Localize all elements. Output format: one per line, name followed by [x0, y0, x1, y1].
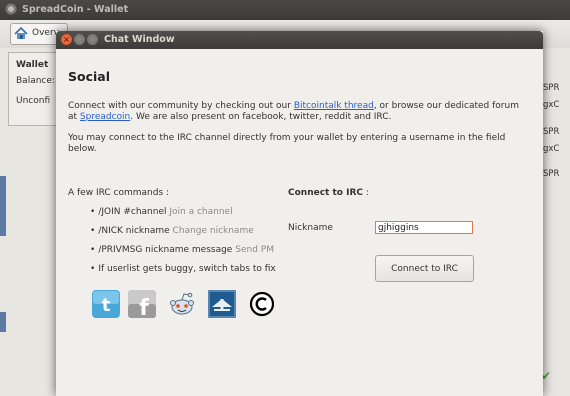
- twitter-icon[interactable]: t: [92, 290, 120, 318]
- facebook-icon[interactable]: f: [128, 290, 156, 318]
- left-edge-strip: [0, 312, 6, 332]
- transaction-fragment: SPR: [543, 83, 560, 93]
- bitcointalk-icon[interactable]: [208, 290, 236, 318]
- irc-command-hint: Send PM: [235, 245, 274, 255]
- close-icon[interactable]: ×: [61, 34, 72, 45]
- community-intro-text: Connect with our community by checking o…: [68, 101, 528, 123]
- wallet-heading: Wallet: [16, 60, 49, 70]
- home-icon: [14, 27, 28, 39]
- overview-tab-label: Overv: [32, 28, 59, 38]
- irc-command-item: •/NICK nickname Change nickname: [90, 226, 254, 236]
- irc-command-hint: Change nickname: [172, 226, 254, 236]
- transaction-fragment: SPR: [543, 169, 560, 179]
- irc-command-text: If userlist gets buggy, switch tabs to f…: [98, 264, 276, 274]
- minimize-icon[interactable]: [74, 34, 85, 45]
- svg-text:t: t: [102, 295, 111, 316]
- chat-window-titlebar[interactable]: × Chat Window: [56, 31, 543, 49]
- connect-irc-title-text: Connect to IRC: [288, 188, 363, 198]
- copyright-icon[interactable]: [248, 290, 276, 318]
- transaction-fragment: gxC: [543, 100, 560, 110]
- spreadcoin-app-icon: [5, 3, 17, 15]
- spreadcoin-forum-link[interactable]: Spreadcoin: [80, 112, 130, 122]
- balance-label: Balance:: [16, 76, 55, 86]
- wallet-window-title: SpreadCoin - Wallet: [22, 4, 129, 15]
- irc-command-text: /NICK nickname: [98, 226, 170, 236]
- unconfirmed-label: Unconfi: [16, 96, 51, 106]
- transaction-fragment: SPR: [543, 127, 560, 137]
- nickname-label: Nickname: [288, 223, 333, 233]
- irc-intro-text: You may connect to the IRC channel direc…: [68, 133, 506, 154]
- wallet-titlebar: SpreadCoin - Wallet: [0, 0, 570, 20]
- social-heading: Social: [68, 69, 111, 84]
- svg-text:f: f: [139, 296, 149, 318]
- chat-window: × Chat Window Social Connect with our co…: [56, 31, 543, 396]
- connect-irc-title-suffix: :: [362, 188, 369, 198]
- irc-command-item: •/JOIN #channel Join a channel: [90, 207, 233, 217]
- transaction-fragment: gxC: [543, 144, 560, 154]
- irc-command-text: /JOIN #channel: [98, 207, 167, 217]
- irc-command-item: •/PRIVMSG nickname message Send PM: [90, 245, 274, 255]
- left-edge-strip: [0, 176, 6, 236]
- reddit-icon[interactable]: [168, 290, 196, 318]
- irc-commands-title: A few IRC commands :: [68, 188, 170, 198]
- connect-irc-button[interactable]: Connect to IRC: [375, 255, 474, 282]
- irc-command-hint: Join a channel: [169, 207, 233, 217]
- intro-text-part: Connect with our community by checking o…: [68, 101, 294, 111]
- irc-command-item: • If userlist gets buggy, switch tabs to …: [90, 264, 276, 274]
- intro-text-part: . We are also present on facebook, twitt…: [130, 112, 392, 122]
- irc-command-text: /PRIVMSG nickname message: [98, 245, 233, 255]
- connect-irc-title: Connect to IRC :: [288, 188, 369, 198]
- maximize-icon[interactable]: [87, 34, 98, 45]
- chat-window-title: Chat Window: [104, 34, 175, 45]
- nickname-input[interactable]: [375, 221, 473, 234]
- bitcointalk-thread-link[interactable]: Bitcointalk thread: [294, 101, 374, 111]
